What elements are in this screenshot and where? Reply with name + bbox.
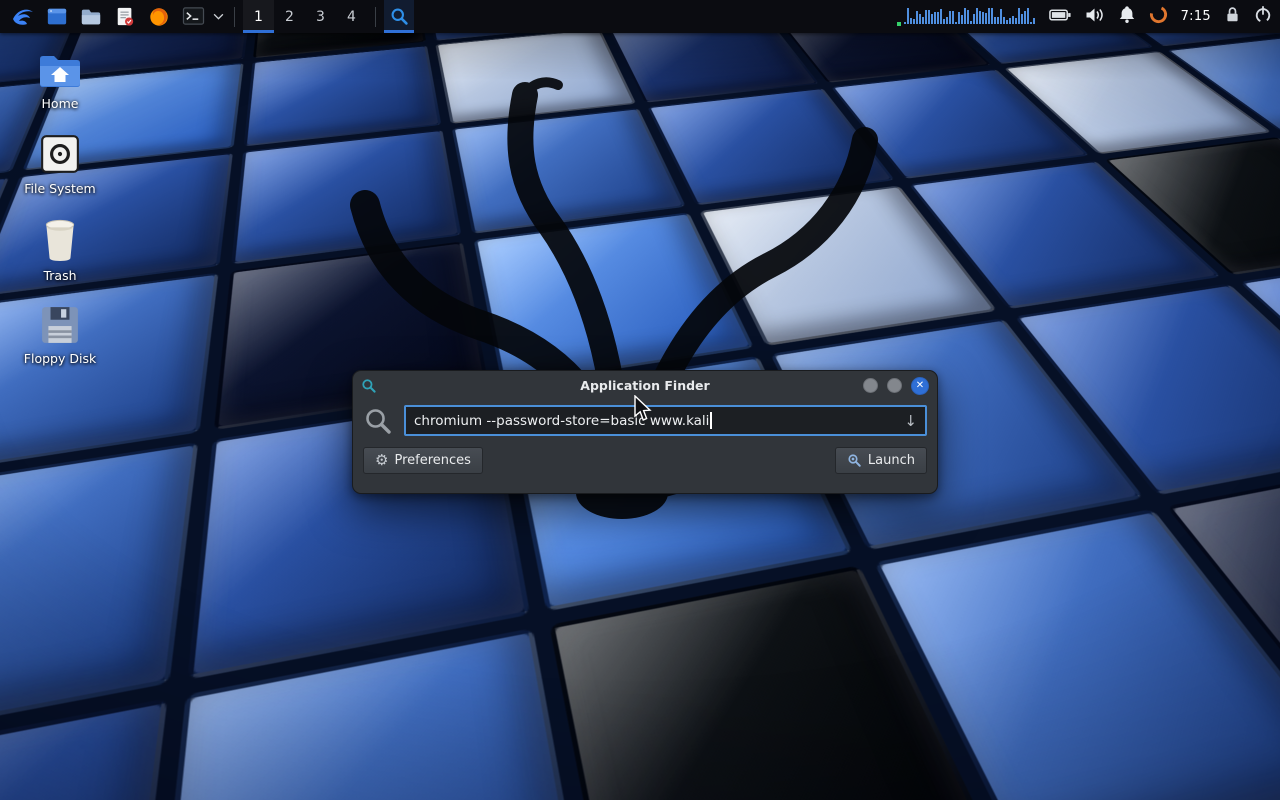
terminal-icon [182, 6, 205, 27]
desktop-icon-home[interactable]: Home [12, 52, 108, 111]
history-dropdown-arrow[interactable]: ↓ [896, 412, 917, 430]
preferences-button-label: Preferences [394, 453, 470, 468]
power-icon [1254, 5, 1272, 24]
document-icon [115, 6, 135, 28]
show-desktop-button[interactable] [40, 0, 74, 33]
text-cursor [710, 412, 712, 429]
terminal-dropdown-button[interactable] [210, 0, 226, 33]
panel-right-group: 7:15 [897, 0, 1280, 33]
battery-icon [1049, 6, 1072, 24]
desktop-icon-file-system[interactable]: File System [12, 133, 108, 196]
preferences-button[interactable]: ⚙ Preferences [363, 447, 483, 474]
trash-can-icon [41, 218, 79, 262]
cpu-graph [904, 4, 1036, 28]
search-input[interactable]: chromium --password-store=basic www.kali… [404, 405, 927, 436]
desktop-icon-label: Floppy Disk [24, 351, 96, 366]
button-row: ⚙ Preferences Launch [363, 447, 927, 474]
desktop-icon-column: Home File System Trash Floppy Disk [12, 52, 108, 366]
volume-indicator[interactable] [1085, 6, 1105, 28]
terminal-button[interactable] [176, 0, 210, 33]
firefox-icon [148, 6, 170, 28]
kali-logo-icon [11, 5, 35, 29]
launch-button-label: Launch [868, 453, 915, 468]
window-controls: ✕ [863, 377, 929, 395]
home-folder-icon [37, 52, 83, 90]
search-icon [390, 7, 409, 26]
file-system-drive-icon [39, 133, 81, 175]
lock-icon [1224, 5, 1241, 24]
gear-icon: ⚙ [375, 453, 388, 468]
mouse-cursor [633, 395, 653, 423]
window-title: Application Finder [353, 378, 937, 393]
maximize-button[interactable] [887, 378, 902, 393]
search-icon [363, 406, 393, 436]
desktop-icon-label: Trash [43, 268, 76, 283]
close-button[interactable]: ✕ [911, 377, 929, 395]
launch-icon [847, 453, 862, 468]
workspace-4[interactable]: 4 [336, 0, 367, 33]
search-input-text: chromium --password-store=basic www.kali [414, 413, 709, 429]
panel-left-group: 1 2 3 4 [0, 0, 414, 33]
window-icon [46, 6, 68, 28]
status-ring-icon [1149, 5, 1168, 24]
notifications-indicator[interactable] [1118, 5, 1136, 28]
panel-separator [234, 7, 235, 27]
screen-lock-indicator[interactable] [1224, 5, 1241, 28]
panel-separator [375, 7, 376, 27]
kali-menu-button[interactable] [6, 0, 40, 33]
clock[interactable]: 7:15 [1181, 9, 1211, 24]
logout-button[interactable] [1254, 5, 1272, 28]
bell-icon [1118, 5, 1136, 24]
folder-icon [80, 6, 102, 28]
desktop-icon-label: File System [24, 181, 96, 196]
desktop-icon-label: Home [42, 96, 79, 111]
launch-button[interactable]: Launch [835, 447, 927, 474]
workspace-3[interactable]: 3 [305, 0, 336, 33]
chevron-down-icon [213, 13, 224, 20]
text-editor-button[interactable] [108, 0, 142, 33]
desktop-icon-trash[interactable]: Trash [12, 218, 108, 283]
minimize-button[interactable] [863, 378, 878, 393]
workspace-1[interactable]: 1 [243, 0, 274, 33]
monitor-status-dot [897, 22, 901, 26]
battery-indicator[interactable] [1049, 6, 1072, 28]
firefox-button[interactable] [142, 0, 176, 33]
update-status-indicator[interactable] [1149, 5, 1168, 28]
application-finder-window: Application Finder ✕ chromium --password… [352, 370, 938, 494]
close-icon: ✕ [916, 380, 924, 391]
taskbar-appfinder-button[interactable] [384, 0, 414, 33]
workspace-2[interactable]: 2 [274, 0, 305, 33]
speaker-icon [1085, 6, 1105, 24]
file-manager-button[interactable] [74, 0, 108, 33]
system-monitor-graph[interactable] [897, 6, 1036, 28]
top-panel: 1 2 3 4 [0, 0, 1280, 33]
floppy-disk-icon [40, 305, 80, 345]
desktop-icon-floppy-disk[interactable]: Floppy Disk [12, 305, 108, 366]
